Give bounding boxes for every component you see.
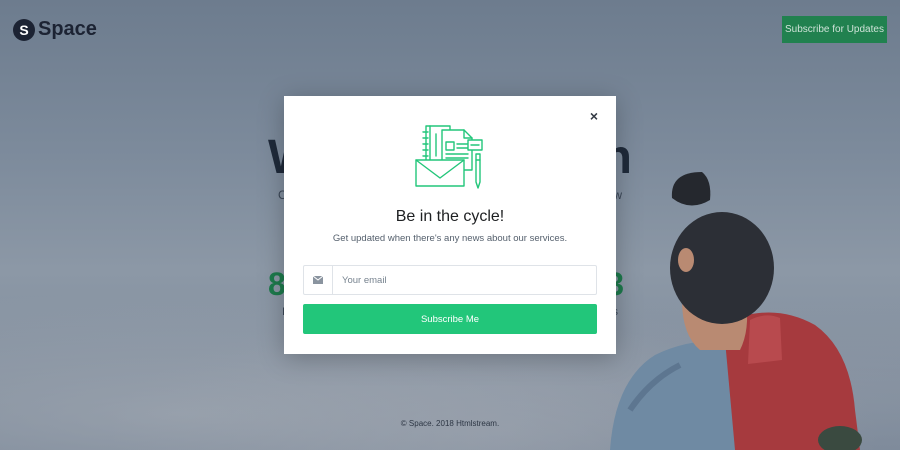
newsletter-illustration-icon (415, 125, 483, 189)
hiker-photo (610, 172, 862, 450)
logo-mark-icon: S (13, 18, 35, 41)
footer-copyright: © Space. 2018 Htmlstream. (400, 419, 500, 428)
email-field[interactable] (333, 266, 596, 294)
subscribe-modal: × Be in the cycle! Get updated when ther… (284, 96, 616, 354)
modal-title: Be in the cycle! (395, 208, 505, 225)
envelope-icon (304, 266, 333, 294)
email-input-group (303, 265, 597, 295)
site-logo[interactable]: S Space (13, 18, 97, 41)
subscribe-for-updates-button[interactable]: Subscribe for Updates (782, 16, 887, 43)
subscribe-me-button[interactable]: Subscribe Me (303, 304, 597, 334)
modal-description: Get updated when there's any news about … (332, 233, 568, 244)
logo-text: Space (38, 18, 97, 40)
logo-mark-letter: S (19, 21, 29, 38)
close-icon[interactable]: × (586, 108, 602, 124)
